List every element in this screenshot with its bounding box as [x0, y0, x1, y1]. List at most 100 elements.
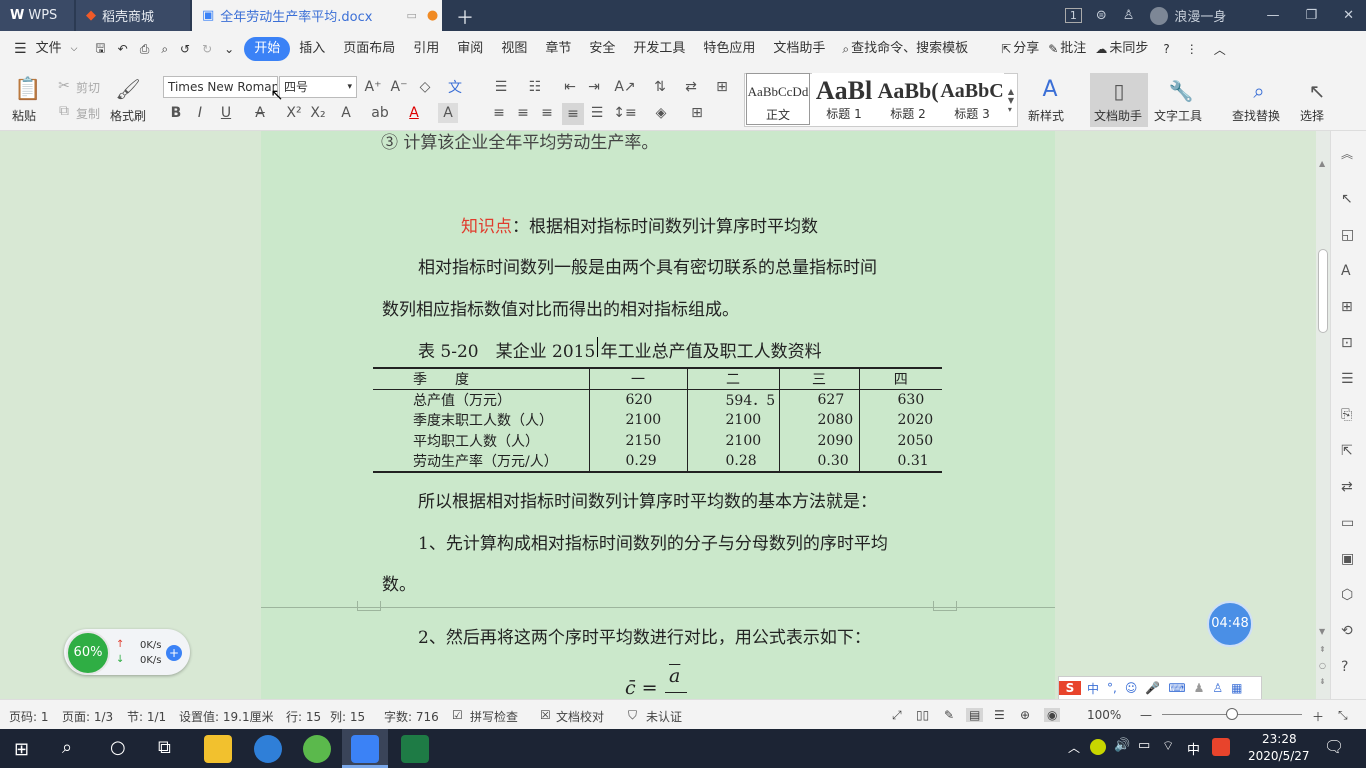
taskbar-search-icon[interactable]: ⌕: [62, 737, 72, 758]
phonetic-icon[interactable]: 文: [442, 77, 468, 97]
sort-icon[interactable]: ⇅: [650, 77, 670, 97]
document-page[interactable]: ③ 计算该企业全年平均劳动生产率。 知识点：根据相对指标时间数列计算序时平均数 …: [261, 131, 1055, 699]
write-mode-icon[interactable]: ✎: [944, 708, 954, 722]
status-setting[interactable]: 设置值: 19.1厘米: [179, 708, 274, 725]
next-page-icon[interactable]: ⇟: [1319, 677, 1326, 686]
find-replace-button[interactable]: 查找替换: [1232, 107, 1280, 124]
comment-button[interactable]: 批注: [1058, 37, 1095, 61]
mark-icon[interactable]: ⊜: [1096, 8, 1107, 23]
ime-toolbar[interactable]: S 中 °, ☺ 🎤 ⌨ ♟ ♙ ▦: [1058, 676, 1262, 699]
numbered-list-icon[interactable]: ☷: [524, 77, 546, 97]
ime-lang[interactable]: 中: [1087, 680, 1099, 697]
cut-button[interactable]: 剪切: [76, 79, 100, 96]
window-count-badge[interactable]: 1: [1064, 8, 1082, 23]
tab-wps[interactable]: W WPS: [0, 0, 74, 31]
strikethrough-icon[interactable]: A: [250, 103, 270, 123]
zoom-out-icon[interactable]: —: [1140, 708, 1152, 722]
text-tools-button[interactable]: 文字工具: [1154, 107, 1202, 124]
backup-icon[interactable]: ⎘: [1341, 407, 1352, 423]
clock-time[interactable]: 23:28: [1262, 732, 1297, 746]
table-tool-icon[interactable]: ⊞: [712, 77, 732, 97]
clock-date[interactable]: 2020/5/27: [1248, 749, 1310, 763]
select-browse-icon[interactable]: ○: [1319, 661, 1326, 670]
scroll-thumb[interactable]: [1318, 249, 1328, 333]
menu-devtools[interactable]: 开发工具: [624, 37, 694, 61]
style-normal[interactable]: AaBbCcDd 正文: [746, 73, 810, 125]
user-avatar[interactable]: [1150, 6, 1169, 25]
share-button[interactable]: 分享: [1011, 37, 1048, 61]
help-circle-icon[interactable]: ?: [1341, 659, 1348, 675]
collapse-panel-icon[interactable]: ︽: [1341, 145, 1353, 162]
format-painter-button[interactable]: 格式刷: [110, 107, 146, 124]
select-button[interactable]: 选择: [1300, 107, 1324, 124]
border-icon[interactable]: ⊞: [686, 103, 708, 123]
outline-view-icon[interactable]: ☰: [994, 708, 1005, 722]
scroll-down-icon[interactable]: ▼: [1319, 627, 1325, 636]
web-view-icon[interactable]: ⊕: [1020, 708, 1030, 722]
undo-icon[interactable]: ↺: [180, 42, 190, 56]
style-heading-3[interactable]: AaBbC 标题 3: [940, 73, 1004, 125]
settings-sliders-icon[interactable]: ☰: [1341, 371, 1354, 387]
shapes-icon[interactable]: ◱: [1341, 227, 1354, 243]
show-marks-icon[interactable]: ⇄: [680, 77, 702, 97]
shading-icon[interactable]: ◈: [650, 103, 672, 123]
eye-protect-icon[interactable]: ◉: [1044, 708, 1061, 722]
font-color-icon[interactable]: A: [404, 103, 424, 123]
shrink-font-icon[interactable]: A⁻: [389, 77, 409, 97]
char-shading-icon[interactable]: A: [438, 103, 458, 123]
fullscreen-icon[interactable]: ⤢: [892, 708, 902, 723]
spell-check-button[interactable]: 拼写检查: [470, 708, 518, 725]
scissors-icon[interactable]: ✂: [56, 78, 72, 94]
copy-button[interactable]: 复制: [76, 105, 100, 122]
shield-icon[interactable]: ⬡: [1341, 587, 1353, 603]
status-section[interactable]: 节: 1/1: [127, 708, 166, 725]
paste-button[interactable]: 粘贴: [12, 107, 36, 124]
align-right-icon[interactable]: ≡: [538, 103, 556, 123]
preview-icon[interactable]: ⌕: [161, 42, 168, 57]
image-icon[interactable]: ▣: [1341, 551, 1354, 567]
skin-icon[interactable]: ♙: [1212, 681, 1223, 695]
wrench-icon[interactable]: 🔧: [1168, 77, 1194, 105]
menu-file[interactable]: 文件: [27, 37, 71, 61]
italic-icon[interactable]: I: [190, 103, 210, 123]
file-explorer-icon[interactable]: [204, 735, 232, 763]
close-icon[interactable]: ✕: [1343, 8, 1354, 23]
tab-daoke[interactable]: ◆ 稻壳商城: [76, 0, 190, 31]
sogou-browser-icon[interactable]: [254, 735, 282, 763]
mic-icon[interactable]: 🎤: [1145, 681, 1160, 695]
task-view-icon[interactable]: ⧉: [158, 737, 171, 758]
menu-chapter[interactable]: 章节: [536, 37, 580, 61]
new-style-button[interactable]: 新样式: [1028, 107, 1064, 124]
zoom-level[interactable]: 100%: [1087, 708, 1121, 722]
new-tab-button[interactable]: ＋: [456, 4, 474, 30]
scroll-up-icon[interactable]: ▲: [1319, 159, 1325, 168]
vertical-scrollbar[interactable]: ▲ ▼ ⇞ ○ ⇟: [1316, 131, 1330, 699]
memory-gauge[interactable]: 60%: [66, 631, 110, 675]
status-page[interactable]: 页面: 1/3: [62, 708, 113, 725]
ime-indicator[interactable]: 中: [1187, 739, 1200, 758]
redo-icon[interactable]: ↻: [202, 42, 212, 56]
tab-document[interactable]: ▣ 全年劳动生产率平均.docx ▭ ●: [192, 0, 442, 31]
increase-indent-icon[interactable]: ⇥: [584, 77, 604, 97]
collapse-ribbon-icon[interactable]: ︿: [1214, 41, 1226, 58]
minimize-icon[interactable]: —: [1266, 8, 1279, 23]
notification-icon[interactable]: 🗨: [1324, 737, 1344, 756]
excel-icon[interactable]: [401, 735, 429, 763]
timer-badge[interactable]: 04:48: [1207, 601, 1253, 647]
status-col[interactable]: 列: 15: [330, 708, 365, 725]
bold-icon[interactable]: B: [166, 103, 186, 123]
table-panel-icon[interactable]: ⊞: [1341, 299, 1353, 315]
export-icon[interactable]: ⇱: [1341, 443, 1353, 459]
pointer-icon[interactable]: ↖: [1304, 77, 1330, 105]
doc-assistant-icon[interactable]: ▯: [1106, 77, 1132, 105]
highlight-icon[interactable]: ab: [370, 103, 390, 123]
distribute-icon[interactable]: ☰: [588, 103, 606, 123]
apps-icon[interactable]: ⊡: [1341, 335, 1353, 351]
status-page-code[interactable]: 页码: 1: [9, 708, 49, 725]
user-name[interactable]: 浪漫一身: [1174, 6, 1226, 25]
help-icon[interactable]: ?: [1163, 42, 1169, 56]
cert-status[interactable]: 未认证: [646, 708, 682, 725]
text-direction-icon[interactable]: A↗: [614, 77, 636, 97]
history-icon[interactable]: ⟲: [1341, 623, 1353, 639]
zoom-slider-thumb[interactable]: [1226, 708, 1238, 720]
